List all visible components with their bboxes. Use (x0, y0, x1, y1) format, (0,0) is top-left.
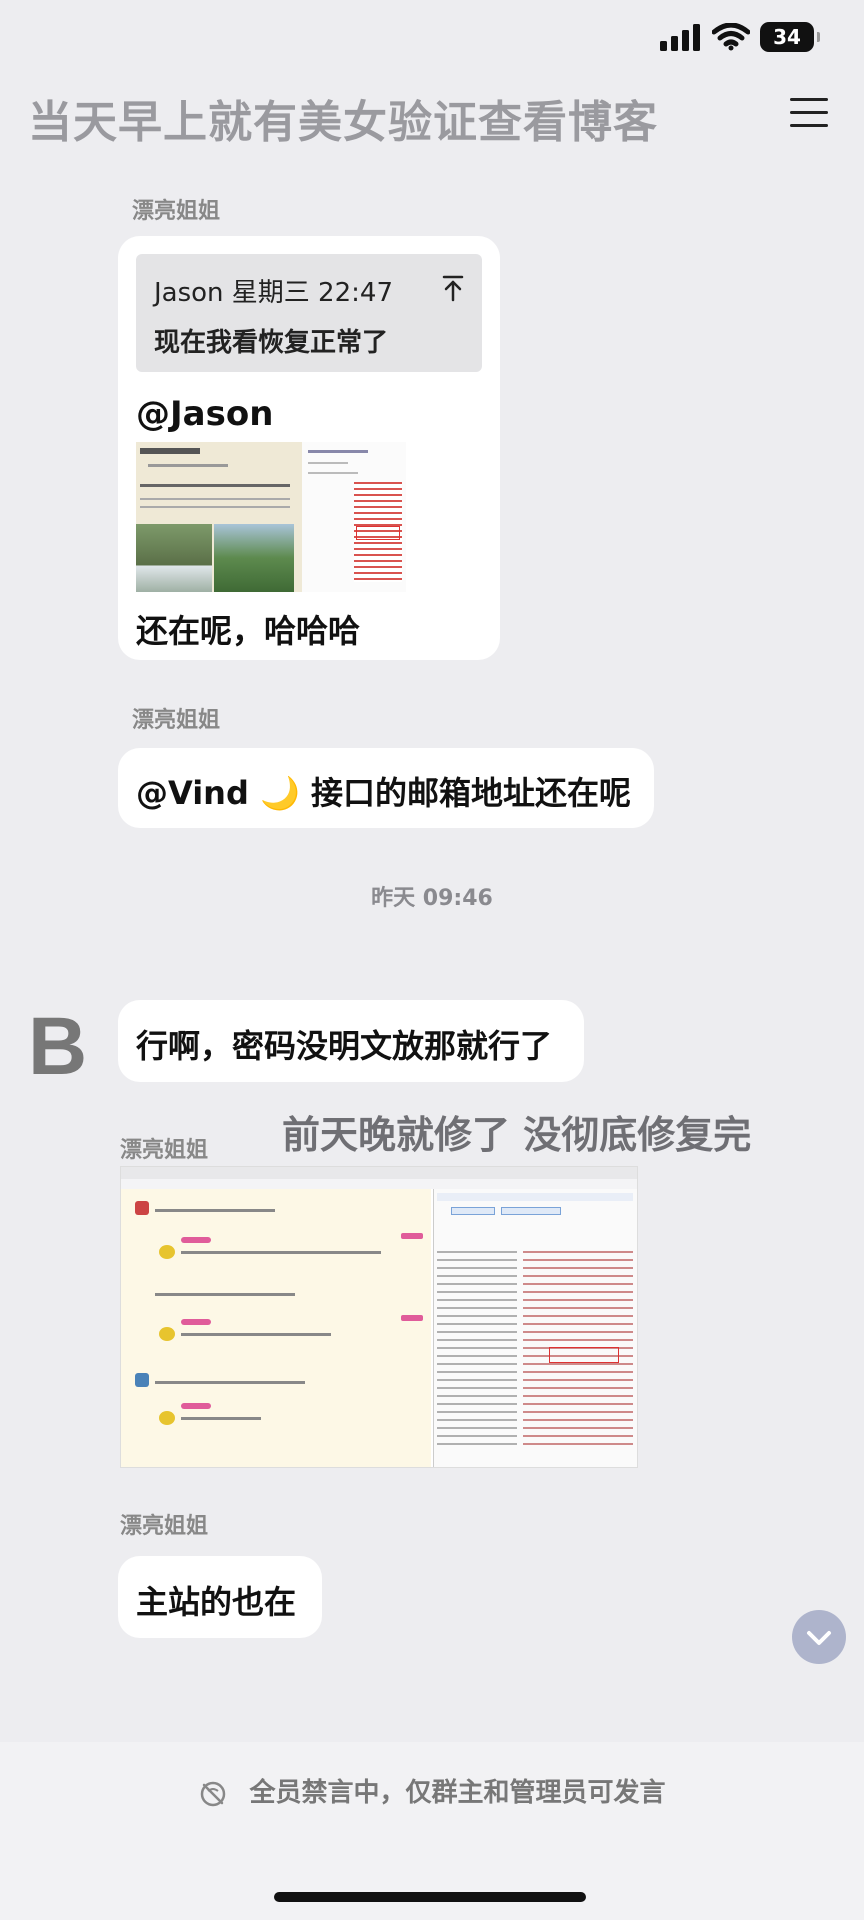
image-attachment[interactable] (136, 442, 406, 592)
chat-header: 当天早上就有美女验证查看博客 (0, 80, 864, 150)
battery-indicator: 34 (760, 22, 820, 52)
sender-name: 漂亮姐姐 (132, 708, 221, 733)
image-attachment[interactable] (120, 1166, 638, 1468)
home-indicator[interactable] (274, 1892, 586, 1902)
sender-name: 漂亮姐姐 (120, 1138, 209, 1163)
mute-icon (201, 1781, 226, 1806)
quote-author-time: Jason 星期三 22:47 (154, 278, 393, 308)
message-bubble[interactable]: 主站的也在 (118, 1556, 322, 1638)
message-text: 行啊，密码没明文放那就行了 (136, 1027, 553, 1065)
message-bubble[interactable]: Jason 星期三 22:47 现在我看恢复正常了 @Jason 还在呢，哈哈哈 (118, 236, 500, 660)
mention-text: @Jason (136, 394, 274, 434)
signal-icon (660, 24, 700, 51)
message-bubble[interactable]: 行啊，密码没明文放那就行了 (118, 1000, 584, 1082)
message-text: 还在呢，哈哈哈 (136, 612, 361, 650)
quoted-message[interactable]: Jason 星期三 22:47 现在我看恢复正常了 (136, 254, 482, 372)
chevron-down-icon (807, 1631, 831, 1645)
menu-icon[interactable] (790, 98, 828, 130)
sender-name: 漂亮姐姐 (120, 1514, 209, 1539)
mute-notice: 全员禁言中，仅群主和管理员可发言 (0, 1772, 864, 1809)
message-text: @Vind 🌙 接口的邮箱地址还在呢 (136, 774, 631, 812)
jump-to-quote-icon[interactable] (442, 274, 464, 302)
sender-name: 漂亮姐姐 (132, 199, 221, 224)
chat-timestamp: 昨天 09:46 (371, 886, 493, 911)
scroll-to-bottom-button[interactable] (792, 1610, 846, 1664)
mute-notice-text: 全员禁言中，仅群主和管理员可发言 (249, 1778, 666, 1808)
page-title: 当天早上就有美女验证查看博客 (28, 97, 658, 148)
status-icons: 34 (660, 22, 820, 52)
overlay-caption: 前天晚就修了 没彻底修复完 (282, 1113, 752, 1157)
status-bar: 34 (0, 0, 864, 80)
avatar[interactable]: B (28, 1000, 87, 1094)
message-bubble[interactable]: @Vind 🌙 接口的邮箱地址还在呢 (118, 748, 654, 828)
message-text: 主站的也在 (136, 1583, 297, 1621)
quote-text: 现在我看恢复正常了 (154, 328, 389, 358)
wifi-icon (712, 23, 750, 51)
